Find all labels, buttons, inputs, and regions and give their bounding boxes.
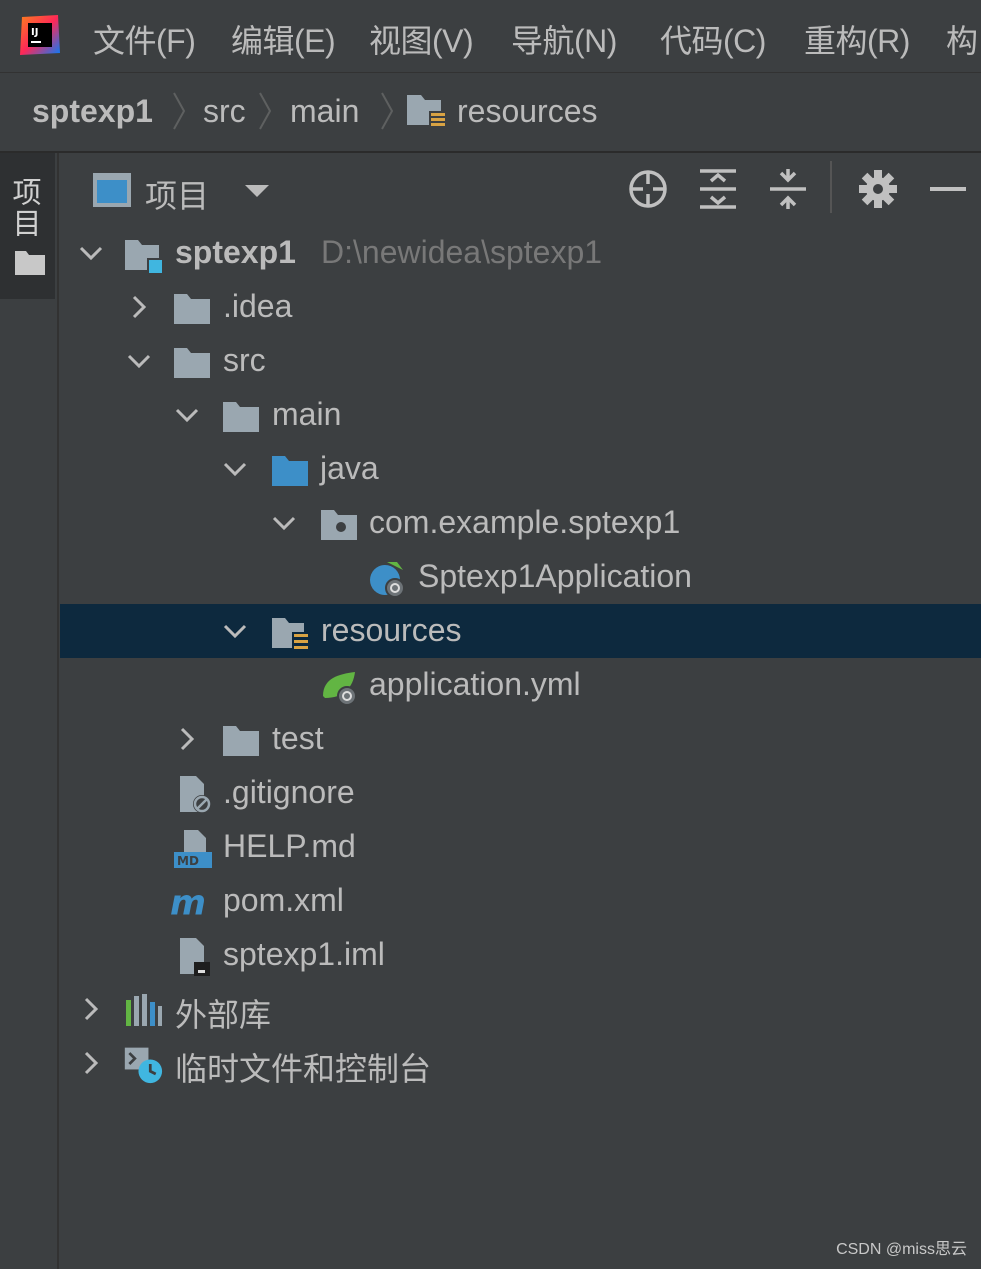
chevron-right-icon[interactable] xyxy=(125,293,153,321)
menu-file[interactable]: 文件(F) xyxy=(93,16,196,62)
breadcrumb-item-src[interactable]: src xyxy=(203,93,246,130)
spring-boot-class-icon xyxy=(370,562,405,598)
tree-node-gitignore[interactable]: .gitignore xyxy=(60,766,981,820)
svg-text:MD: MD xyxy=(177,854,199,868)
menu-bar: IJ 文件(F) 编辑(E) 视图(V) 导航(N) 代码(C) 重构(R) 构 xyxy=(0,0,981,73)
menu-edit[interactable]: 编辑(E) xyxy=(231,16,336,62)
ignored-file-icon xyxy=(180,776,211,813)
tree-node-label: Sptexp1Application xyxy=(418,558,692,594)
folder-icon xyxy=(174,348,210,378)
tree-node-label: resources xyxy=(321,612,462,648)
project-tool-window-tab[interactable]: 项目 xyxy=(0,153,55,299)
svg-text:IJ: IJ xyxy=(31,27,38,38)
tree-node-help-md[interactable]: MD HELP.md xyxy=(60,820,981,874)
tree-node-pom-xml[interactable]: m pom.xml xyxy=(60,874,981,928)
tree-node-label: sptexp1.iml xyxy=(223,936,385,972)
breadcrumb-separator-icon xyxy=(173,92,186,130)
project-tree: sptexp1 D:\newidea\sptexp1 .idea src mai… xyxy=(60,226,981,1126)
project-view-icon xyxy=(93,173,131,207)
dropdown-arrow-icon[interactable] xyxy=(244,183,270,199)
tree-node-label: com.example.sptexp1 xyxy=(369,504,681,540)
module-folder-icon xyxy=(125,240,163,274)
spring-config-icon xyxy=(323,672,357,706)
iml-file-icon xyxy=(180,938,210,976)
project-path: D:\newidea\sptexp1 xyxy=(321,234,603,270)
project-panel-header: 项目 xyxy=(60,153,981,225)
intellij-logo-icon: IJ xyxy=(20,15,60,55)
expand-all-icon[interactable] xyxy=(696,167,740,211)
menu-navigate[interactable]: 导航(N) xyxy=(511,16,617,62)
tree-node-scratches[interactable]: 临时文件和控制台 xyxy=(60,1036,981,1090)
watermark: CSDN @miss思云 xyxy=(836,1241,967,1258)
tree-node-label: HELP.md xyxy=(223,828,356,864)
tree-node-project-root[interactable]: sptexp1 D:\newidea\sptexp1 xyxy=(60,226,981,280)
chevron-down-icon[interactable] xyxy=(270,509,298,537)
tree-node-label: .gitignore xyxy=(223,774,355,810)
folder-icon xyxy=(223,402,259,432)
collapse-all-icon[interactable] xyxy=(766,167,810,211)
tree-node-idea[interactable]: .idea xyxy=(60,280,981,334)
breadcrumb-separator-icon xyxy=(381,92,394,130)
library-icon xyxy=(126,994,162,1026)
folder-icon xyxy=(15,251,45,275)
breadcrumb-item-project[interactable]: sptexp1 xyxy=(32,93,153,130)
tree-node-src[interactable]: src xyxy=(60,334,981,388)
project-tab-label: 项目 xyxy=(8,177,40,239)
tree-node-label: src xyxy=(223,342,266,378)
chevron-down-icon[interactable] xyxy=(173,401,201,429)
tree-node-external-libraries[interactable]: 外部库 xyxy=(60,982,981,1036)
menu-code[interactable]: 代码(C) xyxy=(660,16,766,62)
tree-node-label: main xyxy=(272,396,342,432)
folder-icon xyxy=(174,294,210,324)
menu-build[interactable]: 构 xyxy=(946,16,978,62)
breadcrumb-item-resources[interactable]: resources xyxy=(457,93,598,130)
tree-node-label: test xyxy=(272,720,324,756)
tree-node-application-class[interactable]: Sptexp1Application xyxy=(60,550,981,604)
tree-node-label: 临时文件和控制台 xyxy=(175,1051,432,1087)
tool-window-stripe: 项目 xyxy=(0,153,59,1269)
breadcrumb-item-main[interactable]: main xyxy=(290,93,359,130)
gear-icon[interactable] xyxy=(856,167,900,211)
breadcrumb-separator-icon xyxy=(259,92,272,130)
chevron-down-icon[interactable] xyxy=(125,347,153,375)
tree-node-label: java xyxy=(320,450,379,486)
tree-node-label: pom.xml xyxy=(223,882,344,918)
breadcrumb: sptexp1 src main resources xyxy=(0,73,981,153)
chevron-right-icon[interactable] xyxy=(173,725,201,753)
hide-panel-icon[interactable] xyxy=(926,167,970,211)
project-view-selector[interactable]: 项目 xyxy=(145,171,209,217)
chevron-right-icon[interactable] xyxy=(77,1049,105,1077)
svg-text:m: m xyxy=(170,884,206,922)
chevron-down-icon[interactable] xyxy=(77,239,105,267)
tree-node-label: .idea xyxy=(223,288,293,324)
tree-node-package[interactable]: com.example.sptexp1 xyxy=(60,496,981,550)
menu-view[interactable]: 视图(V) xyxy=(369,16,474,62)
toolbar-separator xyxy=(830,161,832,213)
locate-file-icon[interactable] xyxy=(626,167,670,211)
tree-node-resources[interactable]: resources xyxy=(60,604,981,658)
menu-refactor[interactable]: 重构(R) xyxy=(804,16,910,62)
chevron-down-icon[interactable] xyxy=(221,455,249,483)
chevron-down-icon[interactable] xyxy=(221,617,249,645)
resources-folder-icon xyxy=(407,95,445,129)
resources-folder-icon xyxy=(272,618,310,652)
source-folder-icon xyxy=(272,456,308,486)
tree-node-main[interactable]: main xyxy=(60,388,981,442)
tree-node-java[interactable]: java xyxy=(60,442,981,496)
tree-node-iml[interactable]: sptexp1.iml xyxy=(60,928,981,982)
scratches-icon xyxy=(124,1047,163,1084)
markdown-file-icon: MD xyxy=(174,830,212,868)
maven-icon: m xyxy=(170,884,206,922)
tree-node-label: 外部库 xyxy=(175,997,272,1033)
tree-node-application-yml[interactable]: application.yml xyxy=(60,658,981,712)
tree-node-label: sptexp1 xyxy=(175,234,296,270)
tree-node-label: application.yml xyxy=(369,666,581,702)
package-icon xyxy=(321,510,357,540)
folder-icon xyxy=(223,726,259,756)
chevron-right-icon[interactable] xyxy=(77,995,105,1023)
tree-node-test[interactable]: test xyxy=(60,712,981,766)
